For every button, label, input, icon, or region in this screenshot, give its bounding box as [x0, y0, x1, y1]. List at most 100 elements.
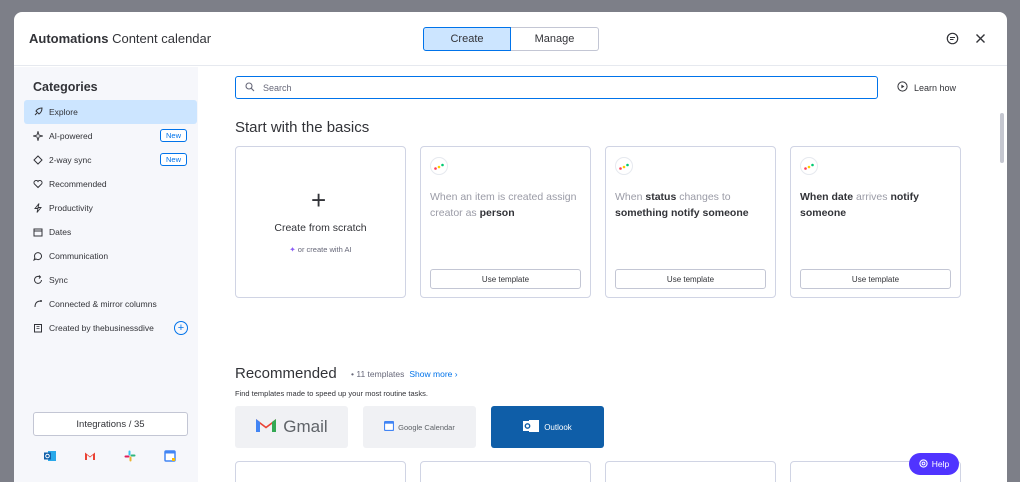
slack-icon[interactable]	[124, 449, 136, 462]
monday-logo-icon	[800, 157, 818, 175]
sidebar-item-sync[interactable]: Sync	[24, 268, 197, 292]
monday-logo-icon	[430, 157, 448, 175]
sidebar-item-2-way-sync[interactable]: 2-way sync New	[24, 148, 197, 172]
link-icon	[33, 299, 43, 309]
sidebar-item-ai-powered[interactable]: AI-powered New	[24, 124, 197, 148]
scrollbar-thumb[interactable]	[1000, 113, 1004, 163]
chat-icon	[33, 251, 43, 261]
outlook-logo-icon	[523, 418, 540, 436]
help-label: Help	[931, 459, 950, 469]
recommended-card[interactable]	[605, 461, 776, 482]
outlook-icon[interactable]	[44, 449, 56, 461]
learn-how-label: Learn how	[914, 82, 957, 93]
title-bold: Automations	[29, 31, 109, 46]
scratch-label: Create from scratch	[274, 222, 367, 234]
search-box[interactable]	[235, 76, 878, 99]
show-more-link[interactable]: Show more ›	[409, 369, 457, 379]
create-from-scratch-card[interactable]: + Create from scratch ✦ or create with A…	[235, 146, 406, 298]
recommended-heading: Recommended	[235, 365, 337, 382]
main-content: Learn how Start with the basics + Create…	[198, 67, 1007, 482]
sidebar-item-label: Created by thebusinessdive	[49, 323, 154, 333]
rocket-icon	[33, 107, 43, 117]
show-more-label: Show more	[409, 369, 453, 379]
search-input[interactable]	[263, 82, 853, 93]
integrations-icons	[44, 449, 176, 462]
background-left	[0, 20, 14, 482]
monday-logo-icon	[615, 157, 633, 175]
help-button[interactable]: Help	[909, 453, 959, 475]
play-circle-icon	[897, 81, 908, 94]
recommended-subtitle: Find templates made to speed up your mos…	[235, 389, 429, 398]
modal-header: Automations Content calendar Create Mana…	[14, 12, 1007, 66]
template-description: When date arrives notify someone	[800, 191, 920, 219]
template-card[interactable]: When date arrives notify someone Use tem…	[790, 146, 961, 298]
sidebar-item-recommended[interactable]: Recommended	[24, 172, 197, 196]
outlook-tile-label: Outlook	[544, 422, 572, 432]
background-right	[1006, 20, 1020, 482]
refresh-icon	[33, 275, 43, 285]
search-icon	[245, 79, 255, 97]
integrations-button[interactable]: Integrations / 35	[33, 412, 188, 436]
gmail-icon[interactable]	[84, 449, 96, 461]
sidebar-item-label: Dates	[49, 227, 72, 237]
sidebar-item-communication[interactable]: Communication	[24, 244, 197, 268]
sidebar-item-dates[interactable]: Dates	[24, 220, 197, 244]
gmail-logo-icon	[255, 417, 277, 438]
google-calendar-tile-label: Google Calendar	[398, 422, 455, 432]
categories-title: Categories	[33, 80, 98, 94]
plus-icon: +	[311, 185, 327, 215]
automations-modal: Automations Content calendar Create Mana…	[14, 12, 1007, 482]
google-calendar-tile[interactable]: Google Calendar	[363, 406, 476, 448]
recommended-card[interactable]	[420, 461, 591, 482]
calendar-icon	[33, 227, 43, 237]
use-template-button[interactable]: Use template	[430, 269, 581, 289]
sidebar-item-label: Sync	[49, 275, 68, 285]
google-calendar-icon[interactable]	[164, 449, 176, 462]
template-description: When status changes to something notify …	[615, 191, 749, 219]
categories-sidebar: Categories Explore AI-powered New 2-way …	[14, 67, 198, 482]
sidebar-item-productivity[interactable]: Productivity	[24, 196, 197, 220]
modal-title: Automations Content calendar	[29, 31, 211, 46]
sparkle-icon	[33, 131, 43, 141]
sidebar-item-label: Productivity	[49, 203, 93, 213]
new-badge: New	[159, 129, 187, 142]
sidebar-item-label: Connected & mirror columns	[49, 299, 157, 309]
add-category-icon[interactable]: +	[174, 321, 188, 335]
gmail-tile[interactable]: Gmail	[235, 406, 348, 448]
create-with-ai-link[interactable]: ✦ or create with AI	[236, 245, 405, 254]
sidebar-item-label: AI-powered	[49, 131, 93, 141]
close-icon[interactable]	[973, 31, 987, 45]
sidebar-item-created-by[interactable]: Created by thebusinessdive +	[24, 316, 197, 340]
learn-how-link[interactable]: Learn how	[897, 81, 956, 94]
create-manage-toggle: Create Manage	[423, 27, 599, 51]
tab-manage[interactable]: Manage	[511, 27, 599, 51]
lifebuoy-icon	[919, 458, 928, 470]
sync-icon	[33, 155, 43, 165]
categories-list: Explore AI-powered New 2-way sync New Re…	[24, 100, 197, 340]
new-badge: New	[159, 153, 187, 166]
template-card[interactable]: When status changes to something notify …	[605, 146, 776, 298]
use-template-button[interactable]: Use template	[615, 269, 766, 289]
recommended-card[interactable]	[235, 461, 406, 482]
title-board-name: Content calendar	[112, 31, 212, 46]
outlook-tile[interactable]: Outlook	[491, 406, 604, 448]
sidebar-item-label: Recommended	[49, 179, 107, 189]
heart-icon	[33, 179, 43, 189]
template-card[interactable]: When an item is created assign creator a…	[420, 146, 591, 298]
building-icon	[33, 323, 43, 333]
ai-sparkle-icon: ✦	[289, 245, 296, 254]
recommended-meta: • 11 templates Show more ›	[351, 369, 458, 379]
bolt-icon	[33, 203, 43, 213]
template-count: 11 templates	[356, 369, 405, 379]
basics-heading: Start with the basics	[235, 119, 370, 136]
template-description: When an item is created assign creator a…	[430, 191, 577, 219]
sidebar-item-label: Explore	[49, 107, 78, 117]
google-calendar-logo-icon	[384, 420, 395, 433]
tab-create[interactable]: Create	[423, 27, 511, 51]
sidebar-item-connected-mirror-columns[interactable]: Connected & mirror columns	[24, 292, 197, 316]
sidebar-item-explore[interactable]: Explore	[24, 100, 197, 124]
feedback-icon[interactable]	[945, 31, 959, 45]
gmail-tile-label: Gmail	[283, 417, 328, 436]
sidebar-item-label: 2-way sync	[49, 155, 92, 165]
use-template-button[interactable]: Use template	[800, 269, 951, 289]
